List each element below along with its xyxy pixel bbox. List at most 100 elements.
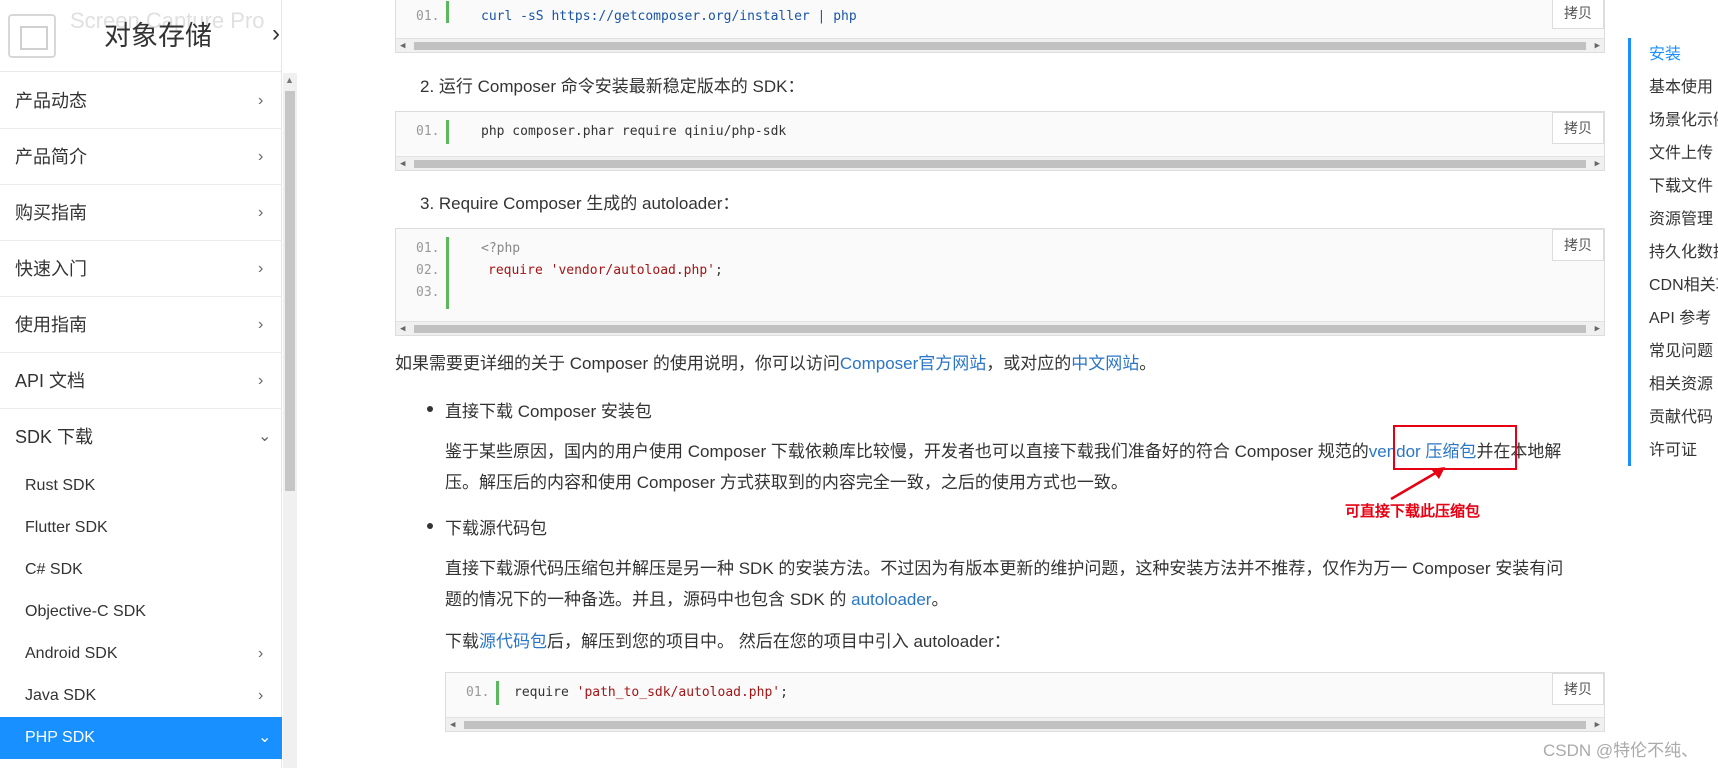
code-text: require 'vendor/autoload.php'; bbox=[488, 259, 723, 283]
code-line: 01. php composer.phar require qiniu/php-… bbox=[396, 120, 1604, 144]
code-punct: ; bbox=[715, 263, 723, 278]
chevron-right-icon: › bbox=[258, 687, 264, 704]
code-hscrollbar-thumb[interactable] bbox=[414, 160, 1586, 168]
scroll-left-arrow-icon[interactable]: ◀ bbox=[450, 718, 455, 732]
chevron-right-icon: › bbox=[258, 148, 264, 165]
toc-item-file-upload[interactable]: 文件上传 bbox=[1631, 137, 1718, 170]
sidebar-item-product-news[interactable]: 产品动态 › bbox=[0, 73, 282, 129]
paragraph-text: 。 bbox=[931, 590, 949, 609]
toc-item-contribute[interactable]: 贡献代码 bbox=[1631, 401, 1718, 434]
code-hscrollbar[interactable]: ◀ ▶ bbox=[396, 38, 1604, 52]
sidebar-item-user-guide[interactable]: 使用指南 › bbox=[0, 297, 282, 353]
code-gutter bbox=[446, 1, 449, 23]
chevron-right-icon: › bbox=[258, 204, 264, 221]
source-package-link[interactable]: 源代码包 bbox=[479, 632, 547, 651]
code-punct: ; bbox=[780, 685, 788, 700]
sidebar-item-purchase-guide[interactable]: 购买指南 › bbox=[0, 185, 282, 241]
copy-button[interactable]: 拷贝 bbox=[1552, 0, 1604, 29]
code-hscrollbar-thumb[interactable] bbox=[414, 325, 1586, 333]
autoloader-link[interactable]: autoloader bbox=[851, 590, 931, 609]
toc-item-persistent-processing[interactable]: 持久化数据处理 bbox=[1631, 236, 1718, 269]
line-number: 01. bbox=[416, 241, 440, 256]
copy-button[interactable]: 拷贝 bbox=[1552, 673, 1604, 705]
line-number: 03. bbox=[416, 285, 440, 300]
sidebar-item-label: SDK 下载 bbox=[15, 427, 94, 447]
code-text: <?php bbox=[481, 241, 521, 256]
step-2-text: 2. 运行 Composer 命令安装最新稳定版本的 SDK： bbox=[420, 77, 805, 96]
composer-official-link[interactable]: Composer官方网站 bbox=[840, 354, 986, 373]
sidebar-subitem-android-sdk[interactable]: Android SDK › bbox=[0, 633, 282, 675]
scroll-left-arrow-icon[interactable]: ◀ bbox=[400, 39, 405, 53]
sidebar-subitem-csharp-sdk[interactable]: C# SDK bbox=[0, 549, 282, 591]
toc-item-scenario-examples[interactable]: 场景化示例 bbox=[1631, 104, 1718, 137]
line-number: 01. bbox=[416, 124, 440, 139]
main-content: 01. curl -sS https://getcomposer.org/ins… bbox=[395, 0, 1605, 768]
composer-chinese-link[interactable]: 中文网站 bbox=[1071, 354, 1139, 373]
code-gutter bbox=[446, 120, 449, 144]
sidebar-header: Screen Capture Pro 对象存储 › bbox=[0, 0, 282, 72]
scroll-right-arrow-icon[interactable]: ▶ bbox=[1595, 718, 1600, 732]
code-text: curl -sS https://getcomposer.org/install… bbox=[481, 9, 857, 24]
sidebar-item-label: API 文档 bbox=[15, 371, 86, 391]
sidebar-item-sdk-download[interactable]: SDK 下载 ⌄ bbox=[0, 409, 282, 465]
code-line: 01. curl -sS https://getcomposer.org/ins… bbox=[396, 5, 1604, 29]
scroll-right-arrow-icon[interactable]: ▶ bbox=[1595, 157, 1600, 171]
sidebar-menu: 产品动态 › 产品简介 › 购买指南 › 快速入门 › 使用指南 › API 文档 › SD… bbox=[0, 73, 282, 759]
sidebar-subitem-label: Java SDK bbox=[25, 687, 97, 704]
chevron-down-icon: ⌄ bbox=[258, 428, 272, 445]
sidebar-item-quick-start[interactable]: 快速入门 › bbox=[0, 241, 282, 297]
code-string: 'vendor/autoload.php' bbox=[550, 263, 715, 278]
sidebar-subitem-rust-sdk[interactable]: Rust SDK bbox=[0, 465, 282, 507]
scroll-left-arrow-icon[interactable]: ◀ bbox=[400, 157, 405, 171]
code-hscrollbar-thumb[interactable] bbox=[414, 42, 1586, 50]
toc-item-basic-usage[interactable]: 基本使用 bbox=[1631, 71, 1718, 104]
code-block-require-sdk: 01. php composer.phar require qiniu/php-… bbox=[395, 111, 1605, 171]
sidebar-item-label: 购买指南 bbox=[15, 203, 87, 223]
toc-item-resource-management[interactable]: 资源管理 bbox=[1631, 203, 1718, 236]
copy-button[interactable]: 拷贝 bbox=[1552, 112, 1604, 144]
copy-button[interactable]: 拷贝 bbox=[1552, 229, 1604, 261]
toc-item-faq[interactable]: 常见问题 bbox=[1631, 335, 1718, 368]
sidebar-subitem-label: Android SDK bbox=[25, 645, 118, 662]
paragraph-text: 下载 bbox=[445, 632, 479, 651]
sidebar-subitem-java-sdk[interactable]: Java SDK › bbox=[0, 675, 282, 717]
code-line: 03. bbox=[396, 281, 1604, 305]
chevron-right-icon[interactable]: › bbox=[272, 20, 280, 48]
sidebar-scrollbar[interactable]: ▲ bbox=[283, 73, 297, 768]
sidebar-scrollbar-thumb[interactable] bbox=[285, 91, 295, 491]
more-info-text: ，或对应的 bbox=[986, 354, 1072, 373]
sidebar-subitem-label: Objective-C SDK bbox=[25, 603, 146, 620]
toc-item-install[interactable]: 安装 bbox=[1631, 38, 1718, 71]
csdn-watermark: CSDN @特伦不纯、 bbox=[1543, 741, 1699, 760]
code-hscrollbar[interactable]: ◀ ▶ bbox=[396, 156, 1604, 170]
sidebar-item-label: 产品简介 bbox=[15, 147, 87, 167]
toc-item-api-reference[interactable]: API 参考 bbox=[1631, 302, 1718, 335]
code-hscrollbar[interactable]: ◀ ▶ bbox=[396, 321, 1604, 335]
sidebar-item-label: 使用指南 bbox=[15, 315, 87, 335]
more-info-text: 。 bbox=[1139, 354, 1157, 373]
toc-item-download-file[interactable]: 下载文件 bbox=[1631, 170, 1718, 203]
scroll-left-arrow-icon[interactable]: ◀ bbox=[400, 322, 405, 336]
sidebar: Screen Capture Pro 对象存储 › 产品动态 › 产品简介 › 购买… bbox=[0, 0, 282, 768]
sidebar-subitem-flutter-sdk[interactable]: Flutter SDK bbox=[0, 507, 282, 549]
code-hscrollbar-thumb[interactable] bbox=[464, 721, 1586, 729]
code-keyword: require bbox=[514, 685, 577, 700]
toc-item-related-resources[interactable]: 相关资源 bbox=[1631, 368, 1718, 401]
scroll-right-arrow-icon[interactable]: ▶ bbox=[1595, 39, 1600, 53]
code-hscrollbar[interactable]: ◀ ▶ bbox=[446, 717, 1604, 731]
composer-more-info: 如果需要更详细的关于 Composer 的使用说明，你可以访问Composer官… bbox=[395, 348, 1156, 379]
annotation-text: 可直接下载此压缩包 bbox=[1345, 503, 1481, 520]
bullet2-paragraph: 直接下载源代码压缩包并解压是另一种 SDK 的安装方法。不过因为有版本更新的维护… bbox=[445, 553, 1605, 615]
chevron-right-icon: › bbox=[258, 645, 264, 662]
sidebar-subitem-objc-sdk[interactable]: Objective-C SDK bbox=[0, 591, 282, 633]
sidebar-subitem-php-sdk[interactable]: PHP SDK ⌄ bbox=[0, 717, 282, 759]
scroll-right-arrow-icon[interactable]: ▶ bbox=[1595, 322, 1600, 336]
sidebar-item-product-intro[interactable]: 产品简介 › bbox=[0, 129, 282, 185]
sidebar-subitem-label: C# SDK bbox=[25, 561, 83, 578]
sidebar-item-api-docs[interactable]: API 文档 › bbox=[0, 353, 282, 409]
bullet2-line1: 直接下载源代码压缩包并解压是另一种 SDK 的安装方法。不过因为有版本更新的维护… bbox=[445, 559, 1564, 578]
toc-item-license[interactable]: 许可证 bbox=[1631, 434, 1718, 467]
scroll-up-arrow-icon[interactable]: ▲ bbox=[285, 75, 294, 85]
code-block-path-to-sdk: 01. require 'path_to_sdk/autoload.php'; … bbox=[445, 672, 1605, 732]
toc-item-cdn[interactable]: CDN相关功能 bbox=[1631, 269, 1718, 302]
